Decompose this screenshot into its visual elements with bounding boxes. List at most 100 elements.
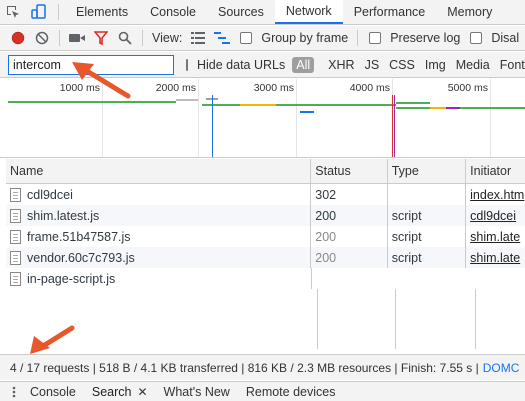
type-filter-all[interactable]: All (292, 56, 315, 73)
name-cell: frame.51b47587.js (6, 226, 312, 247)
timeline-bar (430, 107, 446, 109)
drawer-menu-icon[interactable] (0, 386, 22, 398)
tab-memory[interactable]: Memory (436, 0, 503, 24)
status-cell: 200 (311, 247, 388, 268)
table-row[interactable]: in-page-script.js (6, 268, 525, 289)
timeline-bar (240, 104, 276, 106)
record-icon[interactable] (6, 27, 30, 49)
timeline-tick-label: 3000 ms (253, 82, 294, 94)
drawer-tab-search[interactable]: Search ✕ (84, 385, 156, 399)
file-icon (10, 187, 21, 202)
preserve-log-checkbox[interactable] (369, 32, 382, 44)
divider (142, 30, 143, 46)
network-summary-bar: 4 / 17 requests | 518 B / 4.1 KB transfe… (0, 354, 525, 380)
type-filter-js[interactable]: JS (360, 56, 385, 74)
tab-network[interactable]: Network (274, 0, 343, 24)
status-cell: 302 (311, 184, 388, 205)
name-cell: shim.latest.js (6, 205, 312, 226)
hide-data-urls-checkbox[interactable] (186, 58, 188, 71)
type-filter-img[interactable]: Img (420, 56, 451, 74)
drawer-tab-remote-devices[interactable]: Remote devices (238, 385, 344, 399)
tab-sources[interactable]: Sources (207, 0, 275, 24)
column-header-initiator[interactable]: Initiator (466, 159, 525, 183)
column-header-name[interactable]: Name (6, 159, 312, 183)
initiator-link[interactable]: shim.late (470, 251, 520, 265)
tab-elements[interactable]: Elements (65, 0, 139, 24)
initiator-link[interactable]: shim.late (470, 230, 520, 244)
filter-icon[interactable] (89, 27, 113, 49)
initiator-cell: shim.late (466, 226, 525, 247)
clear-icon[interactable] (30, 27, 54, 49)
disable-cache-label: Disal (491, 31, 520, 45)
waterfall-icon[interactable] (210, 27, 234, 49)
request-name: in-page-script.js (27, 271, 116, 286)
timeline-bar (176, 99, 198, 101)
tab-performance[interactable]: Performance (343, 0, 437, 24)
type-cell (388, 184, 467, 205)
divider (59, 30, 60, 46)
tab-console[interactable]: Console (139, 0, 207, 24)
drawer-tab-whats-new[interactable]: What's New (156, 385, 238, 399)
drawer-tabbar: Console Search ✕ What's New Remote device… (0, 381, 525, 401)
status-cell: 200 (311, 226, 388, 247)
drawer-tab-console[interactable]: Console (22, 385, 84, 399)
column-line (318, 289, 396, 349)
table-body: cdl9dcei 302 index.htm shim.latest.js 20… (6, 184, 525, 349)
initiator-cell: index.htm (466, 184, 525, 205)
preserve-log-label: Preserve log (390, 31, 461, 45)
request-name: vendor.60c7c793.js (27, 250, 135, 265)
status-cell: 200 (311, 205, 388, 226)
domcontentloaded-link[interactable]: DOMC (483, 361, 520, 375)
disable-cache-checkbox[interactable] (470, 32, 483, 44)
drawer-tab-label: Console (30, 384, 76, 399)
type-filter-media[interactable]: Media (451, 56, 495, 74)
timeline-tick-label: 5000 ms (447, 82, 488, 94)
initiator-link[interactable]: cdl9dcei (470, 209, 516, 223)
type-filter-css[interactable]: CSS (384, 56, 420, 74)
table-row[interactable]: cdl9dcei 302 index.htm (6, 184, 525, 205)
timeline-bar (8, 101, 96, 103)
initiator-cell: cdl9dcei (466, 205, 525, 226)
request-name: shim.latest.js (27, 208, 100, 223)
empty-cell (312, 268, 525, 289)
summary-text: 4 / 17 requests | 518 B / 4.1 KB transfe… (10, 360, 479, 375)
timeline-gridline (198, 79, 199, 157)
file-icon (10, 229, 21, 244)
timeline-bar (446, 107, 460, 109)
video-camera-icon[interactable] (65, 27, 89, 49)
drawer-tab-label: What's New (163, 384, 230, 399)
column-header-status[interactable]: Status (311, 159, 388, 183)
timeline-gridline (490, 79, 491, 157)
type-filter-xhr[interactable]: XHR (323, 56, 359, 74)
dom-content-loaded-marker (212, 95, 213, 157)
name-cell: vendor.60c7c793.js (6, 247, 312, 268)
table-header: Name Status Type Initiator (6, 159, 525, 184)
annotation-arrow-icon (72, 62, 131, 99)
inspect-element-icon[interactable] (0, 0, 26, 24)
annotation-arrow-icon (30, 325, 75, 354)
large-rows-icon[interactable] (186, 27, 210, 49)
table-row[interactable]: vendor.60c7c793.js 200 script shim.late (6, 247, 525, 268)
timeline-tick-label: 4000 ms (349, 82, 390, 94)
initiator-link[interactable]: index.htm (470, 188, 524, 202)
search-icon[interactable] (113, 27, 137, 49)
file-icon (10, 250, 21, 265)
device-toolbar-icon[interactable] (26, 0, 52, 24)
timeline-gridline (296, 79, 297, 157)
hide-data-urls-label: Hide data URLs (197, 57, 286, 72)
type-cell: script (388, 205, 467, 226)
table-row[interactable]: frame.51b47587.js 200 script shim.late (6, 226, 525, 247)
type-filter-font[interactable]: Font (495, 56, 525, 74)
requests-table: Name Status Type Initiator cdl9dcei 302 … (6, 159, 525, 353)
column-header-type[interactable]: Type (388, 159, 467, 183)
group-by-frame-checkbox[interactable] (240, 32, 253, 44)
timeline-bar (396, 102, 430, 104)
divider (357, 30, 359, 46)
type-cell: script (388, 247, 467, 268)
load-event-marker (392, 95, 393, 157)
close-icon[interactable]: ✕ (137, 385, 147, 399)
table-filler (6, 289, 525, 349)
table-row[interactable]: shim.latest.js 200 script cdl9dcei (6, 205, 525, 226)
name-cell: in-page-script.js (6, 268, 312, 289)
type-cell: script (388, 226, 467, 247)
